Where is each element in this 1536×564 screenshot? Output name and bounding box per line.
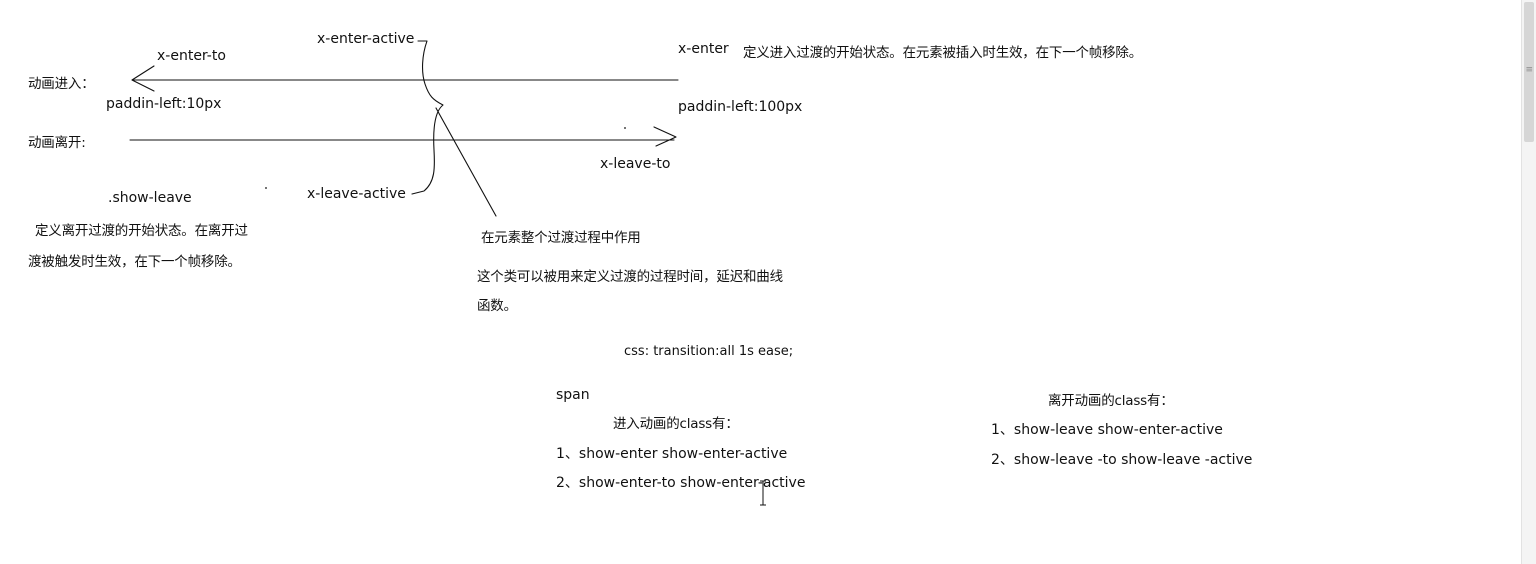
drawing-canvas: x-enter-to x-enter-active x-enter 定义进入过渡… xyxy=(0,0,1536,564)
x-enter-active-label: x-enter-active xyxy=(317,31,415,47)
leave-arrow-head xyxy=(653,126,677,147)
leave-classes-title: 离开动画的class有： xyxy=(1048,393,1174,409)
enter-class-item-1: 1、show-enter show-enter-active xyxy=(556,446,788,462)
x-leave-to-label: x-leave-to xyxy=(600,156,671,172)
x-enter-label: x-enter xyxy=(678,41,729,57)
enter-classes-title: 进入动画的class有： xyxy=(613,416,739,432)
leave-description-line-1: 定义离开过渡的开始状态。在离开过 xyxy=(35,223,248,239)
x-enter-description: 定义进入过渡的开始状态。在元素被插入时生效，在下一个帧移除。 xyxy=(743,45,1142,61)
class-usage-line-2: 函数。 xyxy=(477,298,517,314)
vertical-scrollbar[interactable] xyxy=(1521,0,1536,564)
leave-row-label: 动画离开: xyxy=(28,135,86,151)
leave-description-line-2: 渡被触发时生效，在下一个帧移除。 xyxy=(28,254,241,270)
active-pointer-line xyxy=(435,107,497,217)
scrollbar-grip-icon: ≡ xyxy=(1525,65,1533,75)
padding-left-100-label: paddin-left:100px xyxy=(678,99,803,115)
padding-left-10-label: paddin-left:10px xyxy=(106,96,222,112)
class-usage-line-1: 这个类可以被用来定义过渡的过程时间，延迟和曲线 xyxy=(477,269,783,285)
enter-active-bracket xyxy=(411,40,444,195)
span-text: span xyxy=(556,387,590,403)
x-leave-active-label: x-leave-active xyxy=(307,186,406,202)
leave-class-item-2: 2、show-leave -to show-leave -active xyxy=(991,452,1253,468)
text-cursor-icon xyxy=(760,480,766,506)
x-enter-to-label: x-enter-to xyxy=(157,48,226,64)
stray-dot xyxy=(624,127,626,129)
leave-class-item-1: 1、show-leave show-enter-active xyxy=(991,422,1223,438)
show-leave-label: .show-leave xyxy=(108,190,192,206)
css-transition-text: css: transition:all 1s ease; xyxy=(624,344,794,359)
enter-class-item-2: 2、show-enter-to show-enter-active xyxy=(556,475,806,491)
enter-row-label: 动画进入： xyxy=(28,76,95,92)
stray-dot xyxy=(265,187,267,189)
active-description: 在元素整个过渡过程中作用 xyxy=(481,230,641,246)
enter-arrow-head xyxy=(131,65,155,92)
